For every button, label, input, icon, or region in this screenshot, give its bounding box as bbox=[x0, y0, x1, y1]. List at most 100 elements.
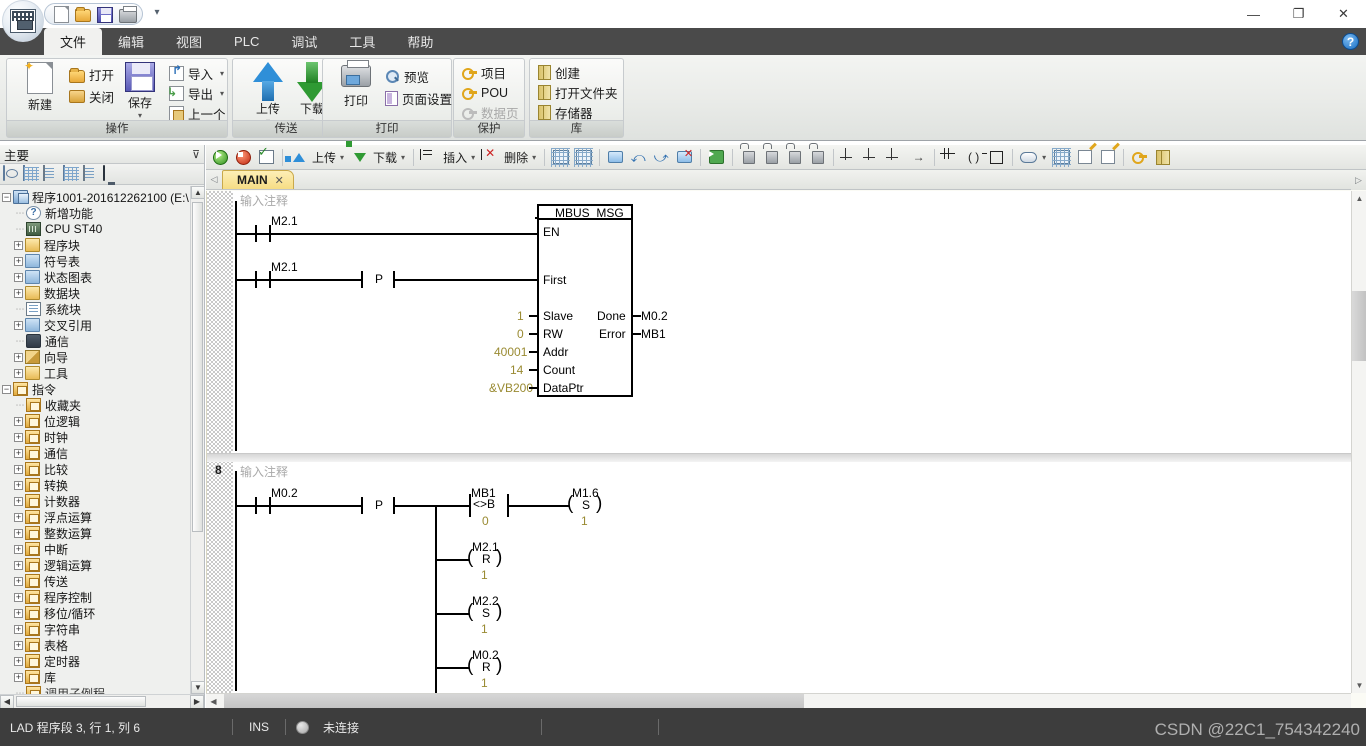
lock-add-icon[interactable] bbox=[761, 147, 782, 168]
block-output-value-done[interactable]: M0.2 bbox=[641, 309, 668, 323]
tree-item-project[interactable]: − 程序1001-201612262100 (E:\ bbox=[0, 189, 190, 205]
tree-item-counter[interactable]: + 计数器 bbox=[0, 493, 190, 509]
ribbon-export-button[interactable]: 导出 ▾ bbox=[167, 83, 226, 104]
contact-label[interactable]: M0.2 bbox=[271, 486, 298, 500]
scroll-left-icon[interactable]: ◀ bbox=[206, 694, 221, 709]
edit-network-comment-icon[interactable] bbox=[1097, 147, 1118, 168]
ribbon-protect-project-button[interactable]: 项目 bbox=[460, 62, 508, 83]
save-icon[interactable] bbox=[97, 6, 114, 23]
block-input-value-rw[interactable]: 0 bbox=[517, 327, 524, 341]
ribbon-new-button[interactable]: ✦ 新建 bbox=[11, 59, 69, 120]
chevron-down-icon[interactable]: ▾ bbox=[532, 153, 536, 162]
goto-icon[interactable] bbox=[706, 147, 727, 168]
help-icon[interactable]: ? bbox=[1342, 33, 1359, 50]
tree-item-interrupt[interactable]: + 中断 bbox=[0, 541, 190, 557]
ribbon-preview-button[interactable]: 预览 bbox=[383, 66, 431, 87]
tree-item-status-chart[interactable]: + 状态图表 bbox=[0, 269, 190, 285]
menu-tab-help[interactable]: 帮助 bbox=[391, 28, 449, 55]
tree-item-int-math[interactable]: + 整数运算 bbox=[0, 525, 190, 541]
tree-item-bit-logic[interactable]: + 位逻辑 bbox=[0, 413, 190, 429]
undo-icon[interactable]: ⤺ bbox=[628, 147, 649, 168]
tree-item-program-control[interactable]: + 程序控制 bbox=[0, 589, 190, 605]
tree-item-string[interactable]: + 字符串 bbox=[0, 621, 190, 637]
tree-item-logic-op[interactable]: + 逻辑运算 bbox=[0, 557, 190, 573]
open-icon[interactable] bbox=[75, 6, 92, 23]
chevron-down-icon[interactable]: ▾ bbox=[340, 153, 344, 162]
tree-item-tools[interactable]: + 工具 bbox=[0, 365, 190, 381]
tab-scroll-left-icon[interactable]: ◁ bbox=[206, 169, 222, 189]
network-right-icon[interactable]: → bbox=[908, 147, 929, 168]
redo-icon[interactable]: ⤻ bbox=[651, 147, 672, 168]
chevron-down-icon[interactable]: ▾ bbox=[220, 89, 224, 98]
lock-icon[interactable] bbox=[738, 147, 759, 168]
document-icon[interactable] bbox=[43, 165, 60, 182]
tree-item-cpu[interactable]: ⋯ CPU ST40 bbox=[0, 221, 190, 237]
network-comment[interactable]: 输入注释 bbox=[240, 463, 288, 480]
vertical-scroll-thumb[interactable] bbox=[192, 202, 203, 532]
scroll-down-icon[interactable]: ▼ bbox=[191, 681, 205, 694]
new-icon[interactable] bbox=[53, 5, 70, 23]
coil-value[interactable]: 1 bbox=[481, 622, 488, 636]
application-logo-button[interactable] bbox=[2, 0, 44, 42]
coil-value[interactable]: 1 bbox=[581, 514, 588, 528]
compile-icon[interactable] bbox=[256, 147, 277, 168]
symbol-icon[interactable] bbox=[83, 165, 100, 182]
tree-item-compare[interactable]: + 比较 bbox=[0, 461, 190, 477]
ribbon-library-create-button[interactable]: 创建 bbox=[536, 62, 582, 83]
chevron-down-icon[interactable]: ▾ bbox=[220, 69, 224, 78]
scroll-right-icon[interactable]: ▶ bbox=[190, 695, 204, 709]
menu-tab-plc[interactable]: PLC bbox=[218, 28, 275, 55]
tree-item-float-math[interactable]: + 浮点运算 bbox=[0, 509, 190, 525]
properties-icon[interactable] bbox=[1152, 147, 1173, 168]
project-tree-vertical-scrollbar[interactable]: ▲ ▼ bbox=[190, 186, 205, 694]
ribbon-print-button[interactable]: 打印 bbox=[327, 60, 385, 123]
scroll-up-icon[interactable]: ▲ bbox=[1352, 191, 1366, 206]
scroll-left-icon[interactable]: ◀ bbox=[0, 695, 14, 709]
ladder-canvas[interactable]: 输入注释 M2.1 M2.1 P MBUS_MSG EN First 1 Sla… bbox=[206, 191, 1351, 693]
ribbon-library-open-folder-button[interactable]: 打开文件夹 bbox=[536, 82, 620, 103]
chevron-down-icon[interactable]: ▾ bbox=[1042, 153, 1046, 162]
cross-reference-icon[interactable] bbox=[573, 147, 594, 168]
tree-item-table[interactable]: + 表格 bbox=[0, 637, 190, 653]
scroll-down-icon[interactable]: ▼ bbox=[1352, 678, 1366, 693]
coil-value[interactable]: 1 bbox=[481, 568, 488, 582]
delete-icon[interactable] bbox=[480, 147, 501, 168]
toolbar-download-label[interactable]: 下载 bbox=[373, 149, 397, 166]
toolbar-insert-label[interactable]: 插入 bbox=[443, 149, 467, 166]
insert-icon[interactable] bbox=[419, 147, 440, 168]
menu-tab-debug[interactable]: 调试 bbox=[275, 28, 333, 55]
tree-item-timer[interactable]: + 定时器 bbox=[0, 653, 190, 669]
ribbon-page-setup-button[interactable]: 页面设置 bbox=[383, 88, 454, 109]
pin-icon[interactable]: ⊽ bbox=[192, 148, 200, 161]
tree-item-shift-rotate[interactable]: + 移位/循环 bbox=[0, 605, 190, 621]
download-arrow-icon[interactable] bbox=[349, 147, 370, 168]
symbol-table-icon[interactable] bbox=[1051, 147, 1072, 168]
block-output-value-error[interactable]: MB1 bbox=[641, 327, 666, 341]
menu-tab-tools[interactable]: 工具 bbox=[333, 28, 391, 55]
compare-value[interactable]: 0 bbox=[482, 514, 489, 528]
monitor-icon[interactable] bbox=[103, 165, 120, 182]
tree-item-new-features[interactable]: ⋯? 新增功能 bbox=[0, 205, 190, 221]
editor-vertical-scrollbar[interactable]: ▲ ▼ bbox=[1351, 191, 1366, 693]
network-top-icon[interactable] bbox=[885, 147, 906, 168]
instruction-dropdown-icon[interactable] bbox=[1018, 147, 1039, 168]
tree-item-clock[interactable]: + 时钟 bbox=[0, 429, 190, 445]
editor-vertical-scroll-thumb[interactable] bbox=[1352, 291, 1366, 361]
tree-item-convert[interactable]: + 转换 bbox=[0, 477, 190, 493]
tab-scroll-right-icon[interactable]: ▷ bbox=[1351, 170, 1366, 190]
edit-comment-icon[interactable] bbox=[1074, 147, 1095, 168]
tree-item-program-block[interactable]: + 程序块 bbox=[0, 237, 190, 253]
table-icon[interactable] bbox=[63, 165, 80, 182]
coil-icon[interactable]: ( ) bbox=[963, 147, 984, 168]
ribbon-open-button[interactable]: 打开 bbox=[67, 64, 116, 85]
editor-horizontal-scroll-thumb[interactable] bbox=[224, 694, 804, 708]
run-icon[interactable] bbox=[210, 147, 231, 168]
quick-access-dropdown-icon[interactable]: ▾ bbox=[150, 6, 164, 20]
upload-arrow-icon[interactable] bbox=[288, 147, 309, 168]
ribbon-save-button[interactable]: 保存 ▾ bbox=[111, 62, 169, 120]
ribbon-protect-pou-button[interactable]: POU bbox=[460, 82, 510, 103]
close-icon[interactable]: ✕ bbox=[275, 174, 284, 187]
print-icon[interactable] bbox=[119, 5, 137, 23]
horizontal-scroll-thumb[interactable] bbox=[16, 696, 146, 707]
contact-label[interactable]: M2.1 bbox=[271, 260, 298, 274]
